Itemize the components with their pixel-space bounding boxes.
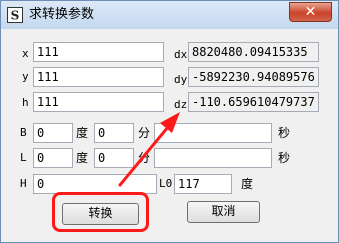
b-label: B [20, 126, 27, 139]
b-minute-input[interactable]: 0 [94, 123, 134, 143]
y-input[interactable]: 111 [33, 67, 164, 87]
dy-label: dy [174, 73, 188, 86]
l0-unit: 度 [241, 177, 254, 191]
x-label: x [22, 47, 29, 60]
l-second-input[interactable] [154, 148, 272, 168]
dialog-window: S 求转换参数 ✕ [0, 0, 339, 243]
l-second-unit: 秒 [278, 151, 291, 165]
l-minute-unit: 分 [138, 151, 151, 165]
dy-output: -5892230.94089576 [188, 67, 319, 87]
title-bar: S 求转换参数 ✕ [1, 1, 338, 29]
l0-label: L0 [159, 177, 173, 190]
close-icon: ✕ [304, 4, 317, 20]
h-input[interactable]: 111 [33, 92, 164, 112]
app-icon: S [7, 7, 23, 23]
b-second-input[interactable] [154, 123, 272, 143]
svg-text:S: S [11, 9, 20, 23]
b-degree-unit: 度 [76, 126, 89, 140]
l-degree-unit: 度 [76, 151, 89, 165]
b-degree-input[interactable]: 0 [33, 123, 73, 143]
b-second-unit: 秒 [278, 126, 291, 140]
dz-label: dz [174, 98, 188, 111]
l0-input[interactable]: 117 [174, 174, 232, 194]
x-input[interactable]: 111 [33, 42, 164, 62]
y-label: y [22, 70, 29, 83]
dx-label: dx [174, 48, 188, 61]
l-degree-input[interactable]: 0 [33, 148, 73, 168]
annotation-highlight-box [52, 192, 149, 232]
window-title: 求转换参数 [29, 7, 95, 22]
h-label: h [22, 96, 29, 109]
close-button[interactable]: ✕ [289, 2, 332, 22]
dz-output: -110.659610479737 [188, 92, 319, 112]
l-minute-input[interactable]: 0 [94, 148, 134, 168]
dx-output: 8820480.09415335 [188, 42, 319, 62]
l-label: L [20, 151, 27, 164]
b-minute-unit: 分 [138, 126, 151, 140]
h-height-label: H [20, 177, 27, 190]
cancel-button[interactable]: 取消 [187, 201, 260, 223]
h-height-input[interactable]: 0 [33, 174, 157, 194]
